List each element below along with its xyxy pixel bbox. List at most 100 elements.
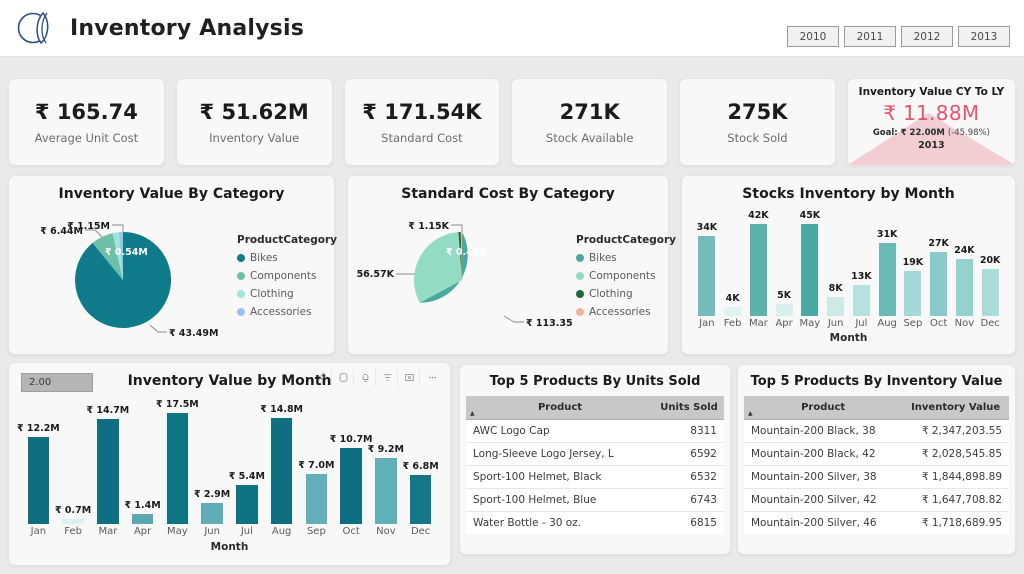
bar-rect[interactable] [981,268,999,316]
bar-column[interactable]: 4K [724,210,742,316]
bar-rect[interactable] [409,475,432,524]
bar-rect[interactable] [930,252,948,316]
bar-rect[interactable] [698,235,716,316]
bar-column[interactable]: ₹ 12.2M [17,399,60,524]
bar-column[interactable]: ₹ 17.5M [156,399,199,524]
alert-icon[interactable] [356,369,376,386]
table-row[interactable]: Water Bottle - 30 oz. 6815 [466,511,724,534]
bar-column[interactable]: ₹ 10.7M [330,399,373,524]
kpi-card-inventory-value-cy-to-ly[interactable]: Inventory Value CY To LY ₹ 11.88M Goal: … [846,78,1016,166]
table-row[interactable]: Sport-100 Helmet, Black 6532 [466,465,724,489]
kpi-card-inventory-value[interactable]: ₹ 51.62M Inventory Value [175,78,333,166]
more-options-icon[interactable] [422,369,442,386]
year-button-2011[interactable]: 2011 [844,26,896,47]
column-header-product[interactable]: Product [466,396,655,420]
year-slicer[interactable]: 2010 2011 2012 2013 [787,26,1010,47]
column-header-inventory-value[interactable]: Inventory Value [902,396,1009,420]
bar-rect[interactable] [801,224,819,316]
bar-column[interactable]: ₹ 2.9M [194,399,230,524]
table-row[interactable]: Mountain-200 Silver, 42 ₹ 1,647,708.82 [744,488,1009,512]
bar-rect[interactable] [166,413,189,524]
legend-item-clothing[interactable]: Clothing [576,288,676,300]
chart-card-inventory-value-by-month[interactable]: 2.00 Inventory Value by Month ₹ 12.2M ₹ 0… [8,362,451,566]
pie-chart-inventory-value[interactable]: ₹ 1.15M ₹ 6.44M ₹ 43.49M ₹ 0.54M [15,204,233,344]
bar-column[interactable]: 42K [748,210,769,316]
filter-icon[interactable] [378,369,398,386]
focus-mode-icon[interactable] [400,369,420,386]
bar-chart-stocks-inventory[interactable]: 34K 4K 42K 5K 45K 8K 13K 31K 19K 27K 24K 20K [682,210,1015,316]
legend-item-components[interactable]: Components [576,270,676,282]
bar-column[interactable]: ₹ 6.8M [403,399,439,524]
bar-column[interactable]: ₹ 9.2M [368,399,404,524]
table-row[interactable]: Mountain-200 Silver, 38 ₹ 1,844,898.89 [744,465,1009,489]
legend-item-accessories[interactable]: Accessories [576,306,676,318]
bar-rect[interactable] [131,514,154,524]
bar-column[interactable]: ₹ 7.0M [298,399,334,524]
kpi-card-stock-available[interactable]: 271K Stock Available [511,78,669,166]
column-header-units-sold[interactable]: Units Sold [654,396,724,420]
bar-column[interactable]: 45K [800,210,820,316]
bar-column[interactable]: ₹ 14.7M [86,399,129,524]
bar-column[interactable]: 19K [903,210,923,316]
year-button-2010[interactable]: 2010 [787,26,839,47]
bar-rect[interactable] [201,503,223,524]
chart-card-inventory-value-by-category[interactable]: Inventory Value By Category ₹ 1.15M ₹ 6.… [8,175,337,355]
kpi-card-average-unit-cost[interactable]: ₹ 165.74 Average Unit Cost [8,78,165,166]
legend-item-bikes[interactable]: Bikes [576,252,676,264]
table-card-top5-inventory-value[interactable]: Top 5 Products By Inventory Value Produc… [737,364,1016,555]
kpi-card-stock-sold[interactable]: 275K Stock Sold [679,78,836,166]
comment-icon[interactable] [334,369,354,386]
bar-rect[interactable] [852,285,870,316]
bar-rect[interactable] [749,224,767,316]
table-row[interactable]: Long-Sleeve Logo Jersey, L 6592 [466,442,724,466]
table-row[interactable]: Mountain-200 Silver, 46 ₹ 1,718,689.95 [744,511,1009,534]
bar-rect[interactable] [27,436,50,524]
value-slicer-input[interactable]: 2.00 [21,373,93,392]
bar-column[interactable]: 31K [877,210,897,316]
bar-column[interactable]: ₹ 1.4M [125,399,161,524]
visual-header-toolbar[interactable] [312,369,442,386]
table-card-top5-units-sold[interactable]: Top 5 Products By Units Sold Product Uni… [459,364,731,555]
data-table[interactable]: Product Inventory Value Mountain-200 Bla… [744,396,1009,534]
bar-rect[interactable] [305,474,328,524]
bar-rect[interactable] [724,306,742,316]
bar-column[interactable]: 13K [851,210,872,316]
chart-card-stocks-inventory-by-month[interactable]: Stocks Inventory by Month 34K 4K 42K 5K 45K 8… [681,175,1016,355]
bar-column[interactable]: 20K [980,210,1000,316]
bar-rect[interactable] [236,485,258,524]
legend-item-accessories[interactable]: Accessories [237,306,337,318]
year-button-2012[interactable]: 2012 [901,26,953,47]
bar-rect[interactable] [375,458,397,524]
bar-column[interactable]: ₹ 5.4M [229,399,265,524]
table-row[interactable]: AWC Logo Cap 8311 [466,419,724,443]
legend-item-components[interactable]: Components [237,270,337,282]
column-header-product[interactable]: Product [744,396,903,420]
bar-column[interactable]: 34K [697,210,717,316]
bar-column[interactable]: 5K [775,210,793,316]
chart-card-standard-cost-by-category[interactable]: Standard Cost By Category ₹ 1.15K ₹ 56. [347,175,676,355]
bar-column[interactable]: 27K [928,210,949,316]
bar-rect[interactable] [878,242,896,316]
pin-icon[interactable] [312,369,332,386]
bar-rect[interactable] [904,271,922,316]
pie-chart-standard-cost[interactable]: ₹ 1.15K ₹ 56.57K ₹ 113.35K ₹ 0.46K [354,204,572,344]
data-table[interactable]: Product Units Sold AWC Logo Cap8311Long-… [466,396,724,534]
bar-rect[interactable] [775,304,793,316]
legend-item-bikes[interactable]: Bikes [237,252,337,264]
table-row[interactable]: Mountain-200 Black, 42 ₹ 2,028,545.85 [744,442,1009,466]
bar-rect[interactable] [340,447,362,524]
bar-rect[interactable] [97,419,119,524]
kpi-card-standard-cost[interactable]: ₹ 171.54K Standard Cost [343,78,501,166]
bar-column[interactable]: ₹ 0.7M [55,399,91,524]
bar-column[interactable]: 8K [827,210,845,316]
bar-rect[interactable] [955,259,973,316]
table-row[interactable]: Mountain-200 Black, 38 ₹ 2,347,203.55 [744,419,1009,443]
bar-column[interactable]: ₹ 14.8M [260,399,303,524]
legend-item-clothing[interactable]: Clothing [237,288,337,300]
year-button-2013[interactable]: 2013 [958,26,1010,47]
table-row[interactable]: Sport-100 Helmet, Blue 6743 [466,488,724,512]
bar-column[interactable]: 24K [954,210,975,316]
bar-rect[interactable] [270,418,293,524]
bar-rect[interactable] [827,297,845,316]
bar-chart-inventory-value[interactable]: ₹ 12.2M ₹ 0.7M ₹ 14.7M ₹ 1.4M ₹ 17.5M ₹ 2.9M ₹… [9,399,450,524]
